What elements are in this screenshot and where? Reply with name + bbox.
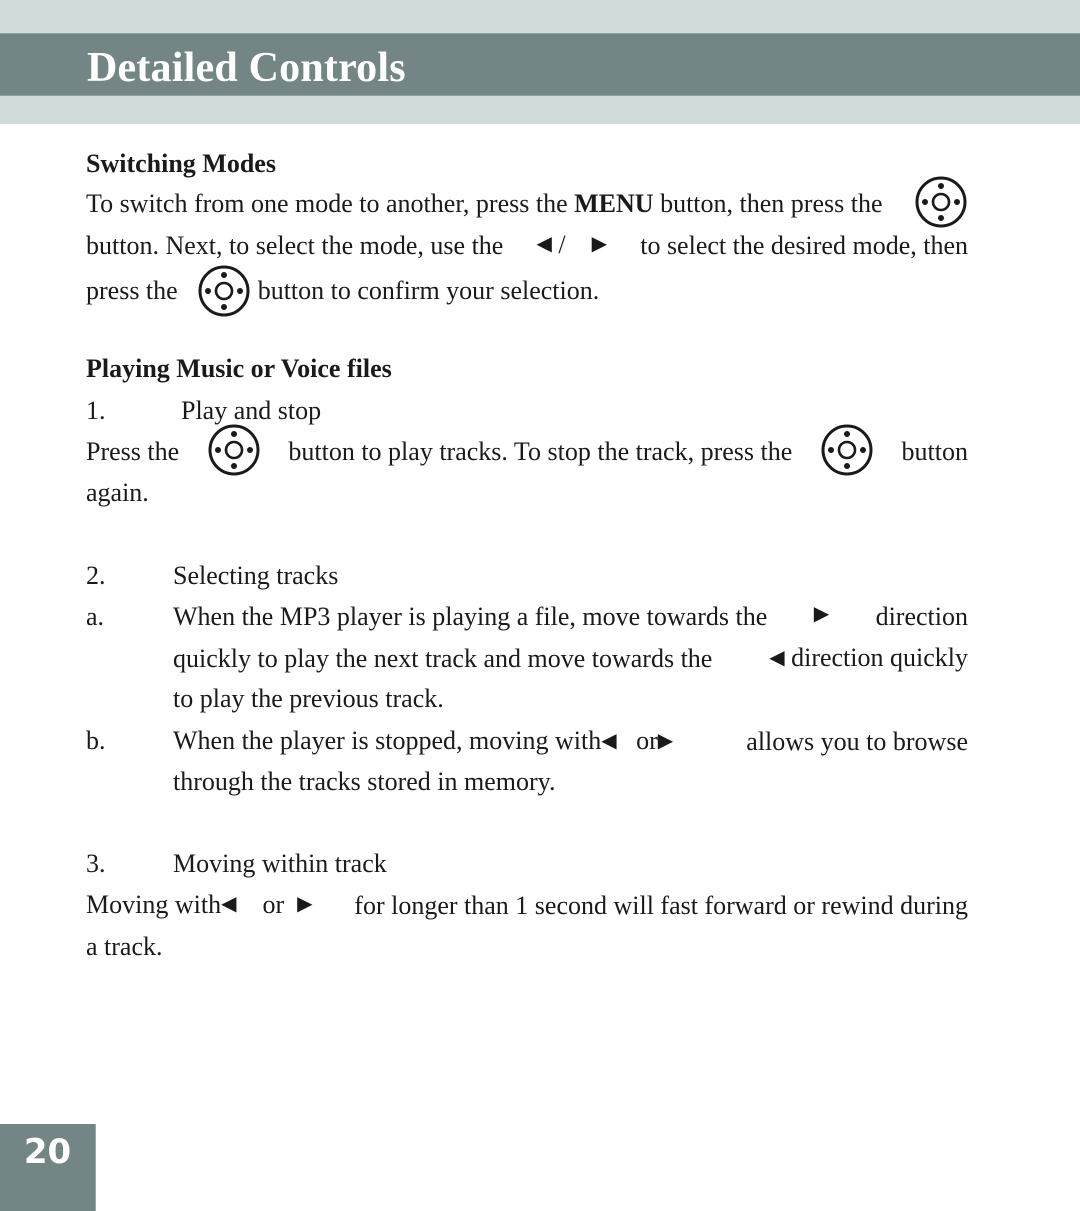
left-arrow-icon: ◀ xyxy=(221,893,237,916)
text-fragment: to select the desired mode, then xyxy=(640,231,968,260)
list-title: Selecting tracks xyxy=(173,561,339,590)
left-arrow-icon: ◀ xyxy=(536,233,552,256)
text: When the player is stopped, moving with◀… xyxy=(173,720,673,764)
sub-item-a-line: a. When the MP3 player is playing a file… xyxy=(86,596,968,637)
left-arrow-icon: ◀ xyxy=(601,729,617,752)
navigation-button-icon xyxy=(207,423,261,477)
text-fragment: press the xyxy=(86,275,178,305)
sub-item-b-line: b. When the player is stopped, moving wi… xyxy=(86,720,968,761)
paragraph-line: a track. xyxy=(86,932,163,961)
menu-button-label: MENU xyxy=(574,189,654,218)
page-number: 20 xyxy=(23,1132,72,1172)
text-fragment: When the player is stopped, moving with xyxy=(173,726,602,755)
right-arrow-icon: ▶ xyxy=(657,729,674,752)
sub-item-a-line: to play the previous track. xyxy=(86,678,968,719)
text-fragment: When the MP3 player is playing a file, m… xyxy=(173,602,768,631)
text-fragment: for longer than 1 second will fast forwa… xyxy=(354,891,968,920)
sub-item-b-line: through the tracks stored in memory. xyxy=(86,761,968,802)
text-fragment: button to play tracks. To stop the track… xyxy=(288,437,793,466)
paragraph-line: press the button to confirm your selecti… xyxy=(86,265,600,317)
text-fragment: to play the previous track. xyxy=(173,684,444,713)
list-number: 2. xyxy=(86,561,106,590)
list-item-3-heading: 3. Moving within track xyxy=(86,843,968,884)
paragraph-line: again. xyxy=(86,478,149,507)
paragraph-line: To switch from one mode to another, pres… xyxy=(86,176,968,227)
section-heading-switching-modes: Switching Modes xyxy=(86,149,276,178)
text-fragment: button xyxy=(901,437,968,466)
navigation-button-icon xyxy=(197,264,251,318)
sub-item-label: b. xyxy=(86,726,106,755)
paragraph-line: Press the button to play tracks. To stop… xyxy=(86,424,968,475)
right-arrow-icon: ▶ xyxy=(813,603,830,625)
navigation-button-icon xyxy=(914,175,968,229)
text: ◀ direction quickly xyxy=(769,637,968,681)
text: When the MP3 player is playing a file, m… xyxy=(173,596,968,637)
text-fragment: button to confirm your selection. xyxy=(257,275,600,305)
text-fragment: quickly to play the next track and move … xyxy=(173,644,713,674)
list-item-2-heading: 2. Selecting tracks xyxy=(86,555,968,596)
text-fragment: To switch from one mode to another, pres… xyxy=(86,189,568,218)
text-fragment: or xyxy=(262,889,285,919)
text: To switch from one mode to another, pres… xyxy=(86,183,883,224)
text: quickly to play the next track and move … xyxy=(173,637,968,681)
right-arrow-icon: ▶ xyxy=(297,893,313,916)
sub-item-label: a. xyxy=(86,602,105,631)
navigation-button-icon xyxy=(820,423,874,477)
page-number-box: 20 xyxy=(0,1124,96,1211)
paragraph-line: Moving with◀ or ▶ for longer than 1 seco… xyxy=(86,885,968,926)
text-fragment: Press the xyxy=(86,437,180,466)
header-top-band xyxy=(0,0,1080,33)
text: When the player is stopped, moving with◀… xyxy=(173,720,968,764)
text-fragment: allows you to browse xyxy=(746,727,968,757)
list-number: 1. xyxy=(86,396,106,425)
list-title: Moving within track xyxy=(173,849,387,878)
right-arrow-icon: ▶ xyxy=(591,233,608,256)
slash: / xyxy=(558,229,566,259)
sub-item-a-line: quickly to play the next track and move … xyxy=(86,637,968,678)
text-fragment: direction quickly xyxy=(791,643,968,672)
list-number: 3. xyxy=(86,849,106,878)
text-fragment: or xyxy=(636,726,658,755)
text-fragment: button, then press the xyxy=(660,189,883,218)
text-fragment: through the tracks stored in memory. xyxy=(173,767,556,796)
section-heading-playing-music: Playing Music or Voice files xyxy=(86,354,392,383)
paragraph-line: button. Next, to select the mode, use th… xyxy=(86,225,968,266)
text: Moving with◀ or ▶ xyxy=(86,884,313,928)
text-fragment: button. Next, to select the mode, use th… xyxy=(86,231,504,260)
text-fragment: direction xyxy=(875,602,968,631)
header-bottom-band xyxy=(0,96,1080,124)
page-title: Detailed Controls xyxy=(87,45,406,91)
text-fragment: Moving with xyxy=(86,889,222,919)
left-arrow-icon: ◀ xyxy=(769,646,785,669)
left-right-arrows: ◀ / ▶ xyxy=(537,224,608,268)
